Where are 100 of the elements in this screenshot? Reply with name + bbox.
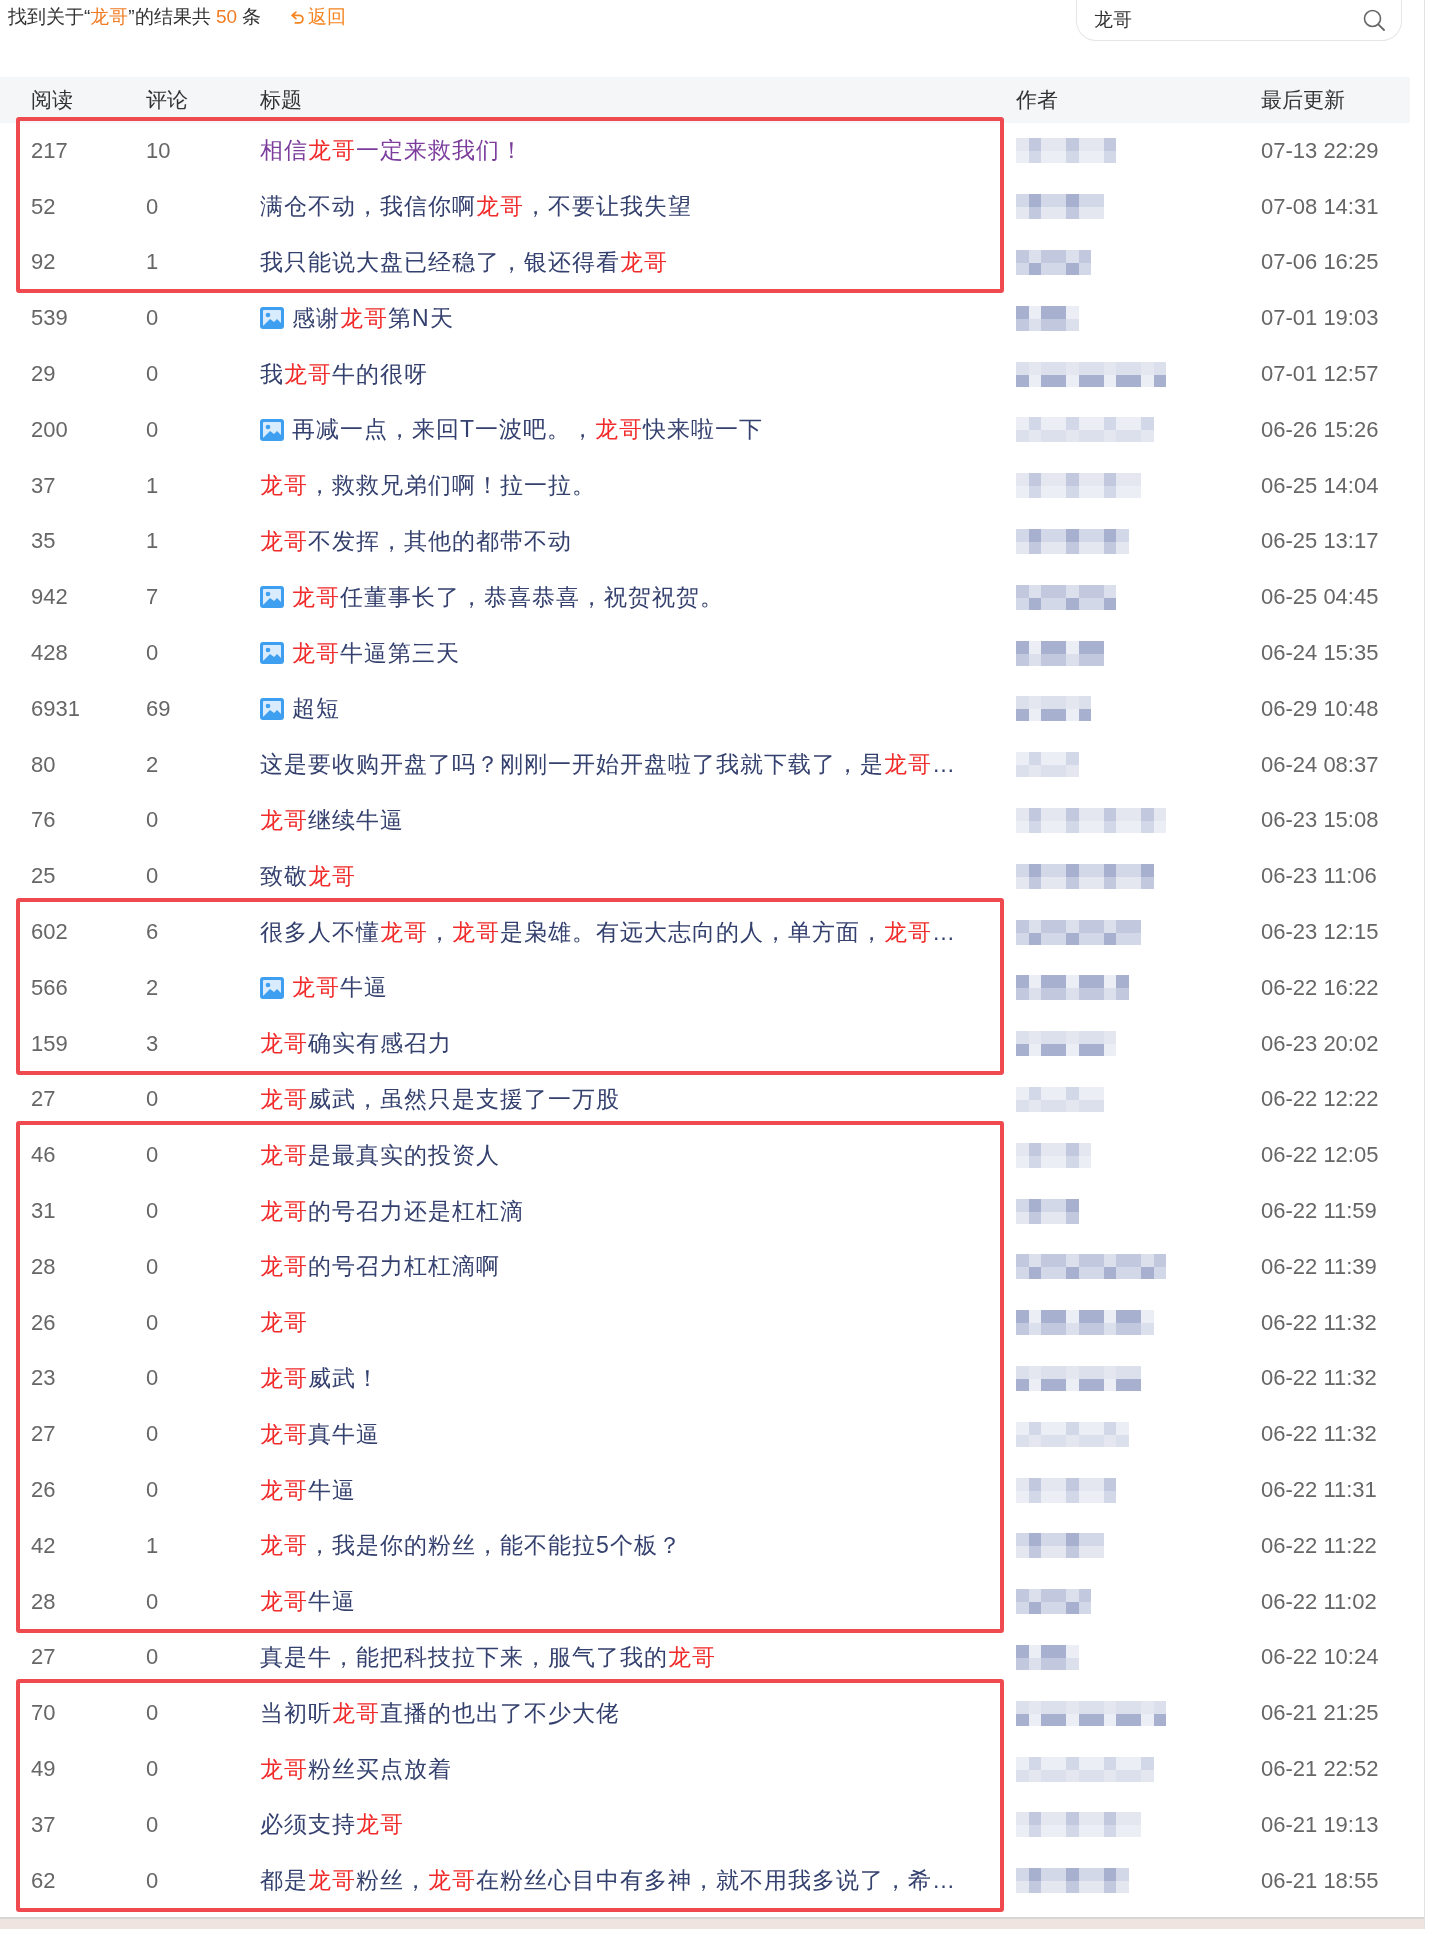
update-time: 06-22 11:32 [1261, 1309, 1377, 1336]
read-count: 539 [31, 305, 68, 332]
comment-count: 0 [146, 305, 159, 332]
post-title-link[interactable]: 龙哥粉丝买点放着 [260, 1753, 452, 1785]
post-title-link[interactable]: 龙哥，我是你的粉丝，能不能拉5个板？ [260, 1530, 682, 1562]
update-time: 06-25 13:17 [1261, 528, 1379, 555]
comment-count: 0 [146, 1700, 159, 1727]
post-title-link[interactable]: 龙哥的号召力杠杠滴啊 [260, 1251, 500, 1283]
read-count: 31 [31, 1198, 56, 1225]
post-title-link[interactable]: 龙哥确实有感召力 [260, 1028, 452, 1060]
post-title-link[interactable]: 都是龙哥粉丝，龙哥在粉丝心目中有多神，就不用我多说了，希… [260, 1865, 956, 1897]
update-time: 06-23 12:15 [1261, 919, 1379, 946]
post-title-link[interactable]: 超短 [292, 693, 340, 725]
post-title-link[interactable]: 龙哥不发挥，其他的都带不动 [260, 525, 572, 557]
search-icon [1363, 9, 1385, 31]
comment-count: 0 [146, 1644, 159, 1671]
comment-count: 0 [146, 1365, 159, 1392]
comment-count: 1 [146, 528, 159, 555]
post-title-link[interactable]: 致敬龙哥 [260, 860, 356, 892]
read-count: 28 [31, 1253, 56, 1280]
post-title-link[interactable]: 真是牛，能把科技拉下来，服气了我的龙哥 [260, 1641, 716, 1673]
post-title-link[interactable]: 龙哥威武，虽然只是支援了一万股 [260, 1083, 620, 1115]
column-header: 阅读 [31, 87, 73, 113]
comment-count: 0 [146, 361, 159, 388]
update-time: 06-23 15:08 [1261, 807, 1379, 834]
post-title-link[interactable]: 很多人不懂龙哥，龙哥是枭雄。有远大志向的人，单方面，龙哥… [260, 916, 956, 948]
update-time: 06-22 11:39 [1261, 1253, 1377, 1280]
read-count: 49 [31, 1756, 56, 1782]
update-time: 06-22 11:59 [1261, 1198, 1377, 1225]
post-title-link[interactable]: 龙哥 [260, 1307, 308, 1339]
post-title-link[interactable]: 龙哥继续牛逼 [260, 804, 404, 836]
update-time: 07-06 16:25 [1261, 249, 1379, 276]
update-time: 06-25 14:04 [1261, 472, 1379, 499]
blurred-name-drawing [1016, 305, 1079, 331]
blurred-name-drawing [1016, 1644, 1079, 1670]
update-time: 06-22 12:22 [1261, 1086, 1379, 1113]
blurred-name-drawing [1016, 1198, 1079, 1224]
column-header: 评论 [146, 87, 188, 113]
column-header: 作者 [1016, 87, 1058, 113]
post-title-link[interactable]: 龙哥牛逼第三天 [292, 637, 460, 669]
post-title-link[interactable]: 相信龙哥一定来救我们！ [260, 135, 524, 167]
post-title-link[interactable]: 龙哥是最真实的投资人 [260, 1139, 500, 1171]
return-arrow-icon [291, 10, 305, 24]
comment-count: 0 [146, 416, 159, 443]
comment-count: 0 [146, 1867, 159, 1894]
read-count: 27 [31, 1086, 56, 1113]
post-title-link[interactable]: 龙哥，救救兄弟们啊！拉一拉。 [260, 470, 596, 502]
read-count: 200 [31, 416, 68, 443]
update-time: 06-23 20:02 [1261, 1030, 1379, 1057]
post-title-link[interactable]: 我龙哥牛的很呀 [260, 358, 428, 390]
post-title-link[interactable]: 这是要收购开盘了吗？刚刚一开始开盘啦了我就下载了，是龙哥… [260, 749, 956, 781]
comment-count: 0 [146, 863, 159, 890]
update-time: 06-22 11:32 [1261, 1421, 1377, 1448]
comment-count: 2 [146, 751, 159, 778]
update-time: 06-29 10:48 [1261, 695, 1379, 722]
comment-count: 0 [146, 1588, 159, 1615]
comment-count: 0 [146, 193, 159, 220]
post-title-link[interactable]: 龙哥牛逼 [260, 1474, 356, 1506]
post-title-link[interactable]: 必须支持龙哥 [260, 1809, 404, 1841]
update-time: 07-01 12:57 [1261, 361, 1379, 388]
post-title-link[interactable]: 龙哥真牛逼 [260, 1418, 380, 1450]
comment-count: 0 [146, 1811, 159, 1838]
post-title-link[interactable]: 再减一点，来回T一波吧。，龙哥快来啦一下 [292, 414, 764, 446]
read-count: 27 [31, 1421, 56, 1448]
post-title-link[interactable]: 龙哥的号召力还是杠杠滴 [260, 1195, 524, 1227]
comment-count: 0 [146, 1142, 159, 1169]
update-time: 07-13 22:29 [1261, 137, 1379, 164]
post-title-link[interactable]: 我只能说大盘已经稳了，银还得看龙哥 [260, 247, 668, 278]
post-title-link[interactable]: 感谢龙哥第N天 [292, 302, 454, 334]
read-count: 37 [31, 472, 56, 499]
comment-count: 0 [146, 1198, 159, 1225]
post-title-link[interactable]: 满仓不动，我信你啊龙哥，不要让我失望 [260, 191, 692, 223]
search-field[interactable]: 龙哥 [1076, 0, 1402, 41]
comment-count: 2 [146, 974, 159, 1001]
update-time: 06-24 15:35 [1261, 640, 1379, 667]
read-count: 28 [31, 1588, 56, 1615]
read-count: 26 [31, 1477, 56, 1503]
read-count: 942 [31, 584, 68, 611]
update-time: 06-22 11:22 [1261, 1532, 1377, 1559]
post-title-link[interactable]: 当初听龙哥直播的也出了不少大佬 [260, 1697, 620, 1729]
comment-count: 1 [146, 1532, 159, 1559]
post-title-link[interactable]: 龙哥任董事长了，恭喜恭喜，祝贺祝贺。 [292, 581, 724, 613]
column-header: 最后更新 [1261, 87, 1345, 113]
comment-count: 0 [146, 1086, 159, 1113]
update-time: 06-26 15:26 [1261, 416, 1379, 443]
read-count: 23 [31, 1365, 56, 1392]
result-summary: 找到关于“龙哥”的结果共 50 条 [8, 5, 262, 29]
read-count: 29 [31, 361, 56, 388]
read-count: 602 [31, 919, 68, 946]
read-count: 52 [31, 193, 56, 220]
post-title-link[interactable]: 龙哥牛逼 [260, 1586, 356, 1618]
update-time: 06-21 22:52 [1261, 1756, 1379, 1782]
update-time: 06-22 10:24 [1261, 1644, 1379, 1671]
comment-count: 0 [146, 1253, 159, 1280]
post-title-link[interactable]: 龙哥牛逼 [292, 972, 388, 1004]
read-count: 35 [31, 528, 56, 555]
read-count: 217 [31, 137, 68, 164]
post-title-link[interactable]: 龙哥威武！ [260, 1362, 380, 1394]
read-count: 76 [31, 807, 56, 834]
read-count: 6931 [31, 695, 80, 722]
